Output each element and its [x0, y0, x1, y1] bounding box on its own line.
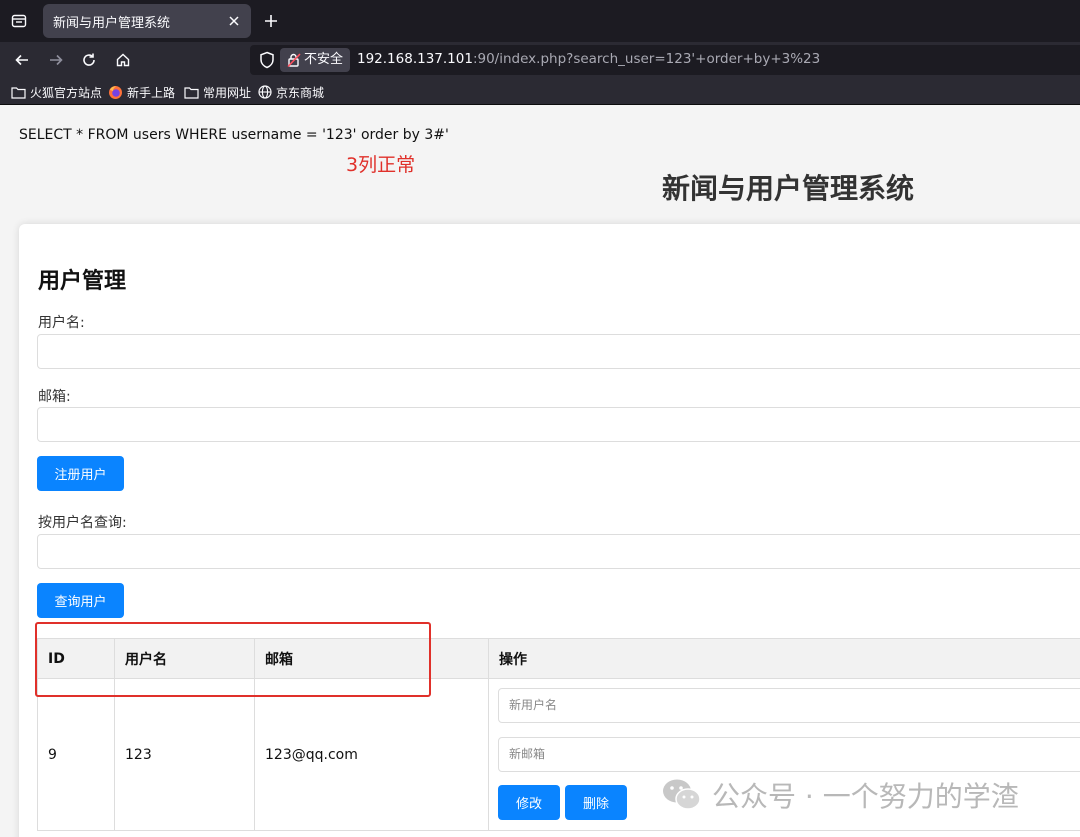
- bookmark-getting-started[interactable]: 新手上路: [108, 83, 175, 101]
- wechat-icon: [663, 779, 701, 810]
- annotation-note: 3列正常: [346, 154, 416, 176]
- highlight-box: [35, 622, 431, 697]
- new-tab-icon[interactable]: [260, 10, 282, 32]
- nav-bar: 不安全 192.168.137.101:90/index.php?search_…: [0, 42, 1080, 78]
- url-host: 192.168.137.101: [357, 51, 473, 67]
- firefox-logo-icon: [109, 85, 122, 99]
- active-tab[interactable]: 新闻与用户管理系统: [43, 4, 251, 38]
- tab-title: 新闻与用户管理系统: [53, 15, 171, 31]
- bookmark-label: 京东商城: [276, 85, 325, 100]
- tracking-shield-icon[interactable]: [258, 51, 276, 69]
- back-icon[interactable]: [11, 49, 33, 71]
- search-user-input[interactable]: [37, 534, 1080, 569]
- cell-username: 123: [114, 678, 255, 831]
- forward-icon[interactable]: [45, 49, 67, 71]
- email-label: 邮箱:: [38, 389, 71, 405]
- bookmark-label: 常用网址: [203, 85, 252, 100]
- user-management-card: 用户管理 用户名: 邮箱: 注册用户 按用户名查询: 查询用户 ID 用户名 邮…: [19, 224, 1080, 837]
- cell-email: 123@qq.com: [254, 678, 489, 831]
- new-username-input[interactable]: 新用户名: [498, 688, 1080, 723]
- bookmark-label: 火狐官方站点: [30, 85, 103, 100]
- email-input[interactable]: [37, 407, 1080, 442]
- page-content: SELECT * FROM users WHERE username = '12…: [0, 105, 1080, 837]
- url-path: :90/index.php?search_user=123'+order+by+…: [472, 51, 821, 67]
- insecure-lock-icon: [287, 53, 301, 68]
- bookmark-jd-mall[interactable]: 京东商城: [258, 83, 324, 101]
- search-user-button[interactable]: 查询用户: [37, 583, 124, 618]
- watermark-text: 公众号 · 一个努力的学渣: [712, 780, 1019, 813]
- search-label: 按用户名查询:: [38, 515, 127, 531]
- column-header-actions: 操作: [488, 638, 1080, 679]
- url-bar[interactable]: 不安全 192.168.137.101:90/index.php?search_…: [250, 45, 1080, 75]
- new-email-input[interactable]: 新邮箱: [498, 737, 1080, 772]
- sql-query-text: SELECT * FROM users WHERE username = '12…: [19, 127, 449, 143]
- globe-icon: [258, 85, 272, 99]
- watermark: 公众号 · 一个努力的学渣: [662, 775, 1019, 815]
- register-user-button[interactable]: 注册用户: [37, 456, 124, 491]
- reload-icon[interactable]: [78, 49, 100, 71]
- tab-bar: 新闻与用户管理系统: [0, 0, 1080, 42]
- folder-icon: [11, 86, 26, 99]
- bookmark-label: 新手上路: [127, 85, 176, 100]
- bookmark-common-sites[interactable]: 常用网址: [184, 83, 251, 101]
- bookmark-firefox-official[interactable]: 火狐官方站点: [11, 83, 102, 101]
- tab-list-icon[interactable]: [8, 10, 30, 32]
- insecure-label: 不安全: [304, 52, 344, 67]
- folder-icon: [184, 86, 199, 99]
- system-title: 新闻与用户管理系统: [662, 172, 915, 205]
- close-tab-icon[interactable]: [225, 12, 243, 30]
- bookmarks-bar: 火狐官方站点 新手上路 常用网址 京东商城: [0, 78, 1080, 105]
- insecure-badge[interactable]: 不安全: [280, 48, 351, 72]
- cell-id: 9: [37, 678, 115, 831]
- section-title: 用户管理: [38, 269, 127, 294]
- url-text[interactable]: 192.168.137.101:90/index.php?search_user…: [357, 51, 820, 67]
- home-icon[interactable]: [112, 49, 134, 71]
- username-input[interactable]: [37, 334, 1080, 369]
- edit-button[interactable]: 修改: [498, 785, 560, 820]
- username-label: 用户名:: [38, 315, 85, 331]
- delete-button[interactable]: 删除: [565, 785, 627, 820]
